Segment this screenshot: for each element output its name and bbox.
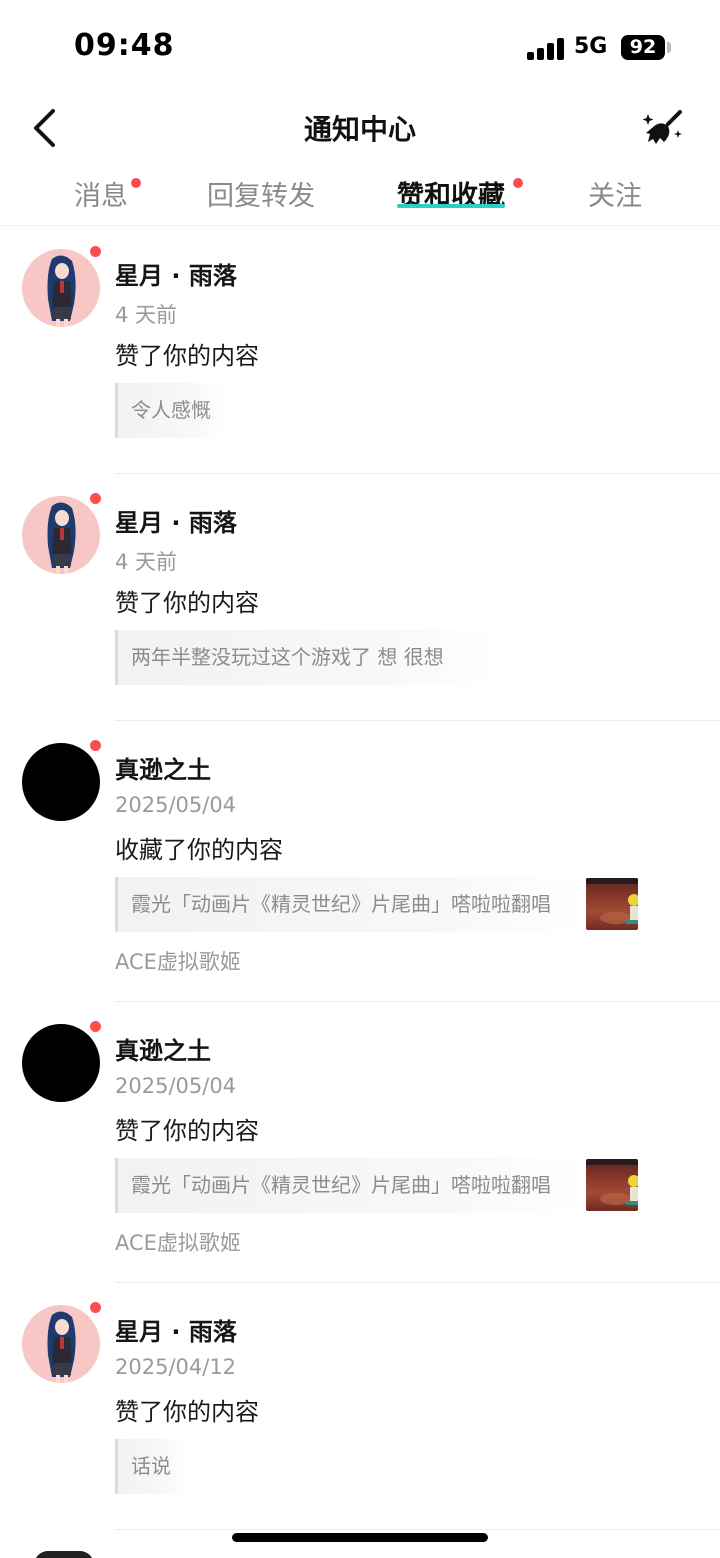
notification-list: 星月 · 雨落 4 天前 赞了你的内容 令人感慨 星月 · 雨落 4 天前 赞了… bbox=[0, 227, 720, 1530]
notice-time: 2025/04/12 bbox=[115, 1355, 237, 1379]
quoted-content[interactable]: 两年半整没玩过这个游戏了 想 很想 bbox=[115, 630, 495, 685]
status-bar: 09:48 5G 92 bbox=[0, 0, 720, 92]
notification-item[interactable]: 真逊之土 2025/05/04 收藏了你的内容 霞光「动画片《精灵世纪》片尾曲」… bbox=[0, 721, 720, 1002]
user-name[interactable]: 星月 · 雨落 bbox=[115, 503, 237, 538]
content-source[interactable]: ACE虚拟歌姬 bbox=[115, 946, 241, 976]
tab-label: 回复转发 bbox=[207, 181, 315, 212]
tab-label: 关注 bbox=[588, 181, 642, 212]
network-type: 5G bbox=[574, 34, 608, 59]
notice-action: 赞了你的内容 bbox=[115, 342, 259, 370]
content-source[interactable]: ACE虚拟歌姬 bbox=[115, 1227, 241, 1257]
notice-action: 赞了你的内容 bbox=[115, 1398, 259, 1426]
notice-time: 4 天前 bbox=[115, 303, 178, 327]
avatar[interactable] bbox=[22, 249, 100, 327]
unread-dot bbox=[513, 178, 523, 188]
notice-time: 2025/05/04 bbox=[115, 1074, 237, 1098]
user-name[interactable]: 星月 · 雨落 bbox=[115, 1312, 237, 1347]
notice-action: 收藏了你的内容 bbox=[115, 836, 283, 864]
tab-label: 消息 bbox=[74, 181, 128, 212]
content-thumbnail[interactable] bbox=[586, 1159, 638, 1211]
nav-header: 通知中心 bbox=[0, 96, 720, 160]
divider bbox=[115, 1529, 720, 1530]
notification-item[interactable]: 星月 · 雨落 2025/04/12 赞了你的内容 话说 bbox=[0, 1283, 720, 1530]
thumbnail-image bbox=[586, 878, 638, 924]
avatar[interactable] bbox=[22, 1305, 100, 1383]
notice-action: 赞了你的内容 bbox=[115, 589, 259, 617]
home-indicator[interactable] bbox=[232, 1533, 488, 1542]
notice-time: 4 天前 bbox=[115, 550, 178, 574]
notice-time: 2025/05/04 bbox=[115, 793, 237, 817]
avatar[interactable] bbox=[22, 1024, 100, 1102]
quoted-content[interactable]: 霞光「动画片《精灵世纪》片尾曲」嗒啦啦翻唱 bbox=[115, 877, 585, 932]
anime-girl-avatar-image bbox=[47, 502, 76, 574]
notice-action: 赞了你的内容 bbox=[115, 1117, 259, 1145]
broom-sparkle-icon bbox=[642, 110, 682, 144]
user-name[interactable]: 真逊之土 bbox=[115, 1031, 211, 1066]
unread-dot bbox=[88, 491, 103, 506]
tab-messages[interactable]: 消息 bbox=[74, 174, 141, 218]
tab-bar: 消息 回复转发 赞和收藏 关注 bbox=[0, 168, 720, 226]
quoted-content[interactable]: 话说 bbox=[115, 1439, 185, 1494]
thumbnail-image bbox=[586, 1159, 638, 1205]
notification-item[interactable]: 星月 · 雨落 4 天前 赞了你的内容 令人感慨 bbox=[0, 227, 720, 474]
unread-dot bbox=[88, 1300, 103, 1315]
avatar[interactable] bbox=[22, 743, 100, 821]
page-title: 通知中心 bbox=[303, 113, 416, 146]
user-name[interactable]: 真逊之土 bbox=[115, 750, 211, 785]
unread-dot bbox=[131, 178, 141, 188]
quoted-content[interactable]: 令人感慨 bbox=[115, 383, 225, 438]
avatar[interactable] bbox=[22, 496, 100, 574]
unread-dot bbox=[88, 1019, 103, 1034]
unread-dot bbox=[88, 244, 103, 259]
clean-button[interactable] bbox=[640, 104, 688, 152]
quoted-content[interactable]: 霞光「动画片《精灵世纪》片尾曲」嗒啦啦翻唱 bbox=[115, 1158, 585, 1213]
battery-tip bbox=[667, 42, 671, 53]
anime-girl-avatar-image bbox=[47, 255, 76, 327]
user-name[interactable]: 星月 · 雨落 bbox=[115, 256, 237, 291]
content-thumbnail[interactable] bbox=[586, 878, 638, 930]
status-time: 09:48 bbox=[74, 28, 175, 63]
avatar[interactable] bbox=[34, 1551, 94, 1558]
notification-item[interactable]: 真逊之土 2025/05/04 赞了你的内容 霞光「动画片《精灵世纪》片尾曲」嗒… bbox=[0, 1002, 720, 1283]
notification-item[interactable]: 星月 · 雨落 4 天前 赞了你的内容 两年半整没玩过这个游戏了 想 很想 bbox=[0, 474, 720, 721]
signal-icon bbox=[527, 38, 565, 60]
tab-replies-reposts[interactable]: 回复转发 bbox=[207, 174, 315, 218]
unread-dot bbox=[88, 738, 103, 753]
anime-girl-avatar-image bbox=[47, 1311, 76, 1383]
active-tab-underline bbox=[397, 204, 505, 208]
tab-follows[interactable]: 关注 bbox=[588, 174, 642, 218]
battery-icon: 92 bbox=[621, 35, 665, 60]
tab-likes-favorites[interactable]: 赞和收藏 bbox=[397, 174, 523, 218]
